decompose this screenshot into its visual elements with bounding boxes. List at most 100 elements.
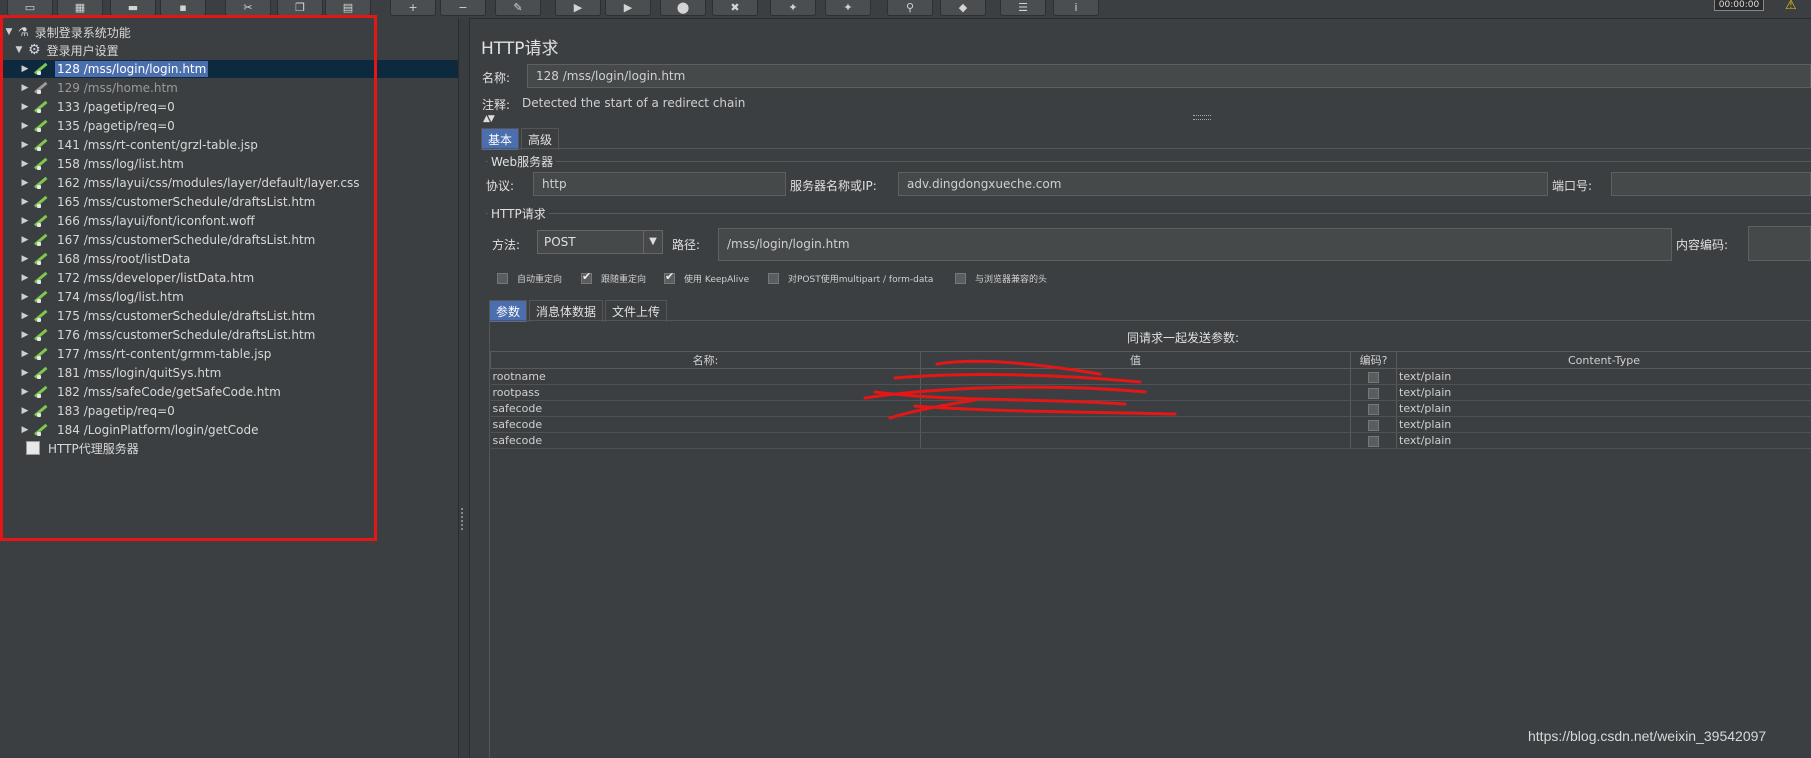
start-no-pause-icon[interactable]: ▶ — [605, 0, 651, 16]
collapsed-arrow-icon[interactable]: ▶ — [20, 159, 30, 169]
tree-item-sampler[interactable]: ▶ 165 /mss/customerSchedule/draftsList.ht… — [20, 193, 317, 211]
collapsed-arrow-icon[interactable]: ▶ — [20, 216, 30, 226]
column-header-encode[interactable]: 编码? — [1350, 351, 1397, 369]
clear-icon[interactable]: ✦ — [770, 0, 816, 16]
collapsed-arrow-icon[interactable]: ▶ — [20, 140, 30, 150]
tree-item-sampler[interactable]: ▶ 182 /mss/safeCode/getSafeCode.htm — [20, 383, 283, 401]
warning-icon[interactable]: ⚠ — [1785, 0, 1797, 12]
option-checkbox[interactable]: 跟随重定向 — [581, 270, 646, 285]
tree-item-sampler[interactable]: ▶ 133 /pagetip/req=0 — [20, 98, 177, 116]
param-content-type-cell[interactable]: text/plain — [1396, 432, 1811, 449]
expanded-arrow-icon[interactable]: ▼ — [14, 45, 24, 55]
tree-item-sampler[interactable]: ▶ 174 /mss/log/list.htm — [20, 288, 186, 306]
cut-icon[interactable]: ✂ — [225, 0, 271, 16]
unchecked-box-icon[interactable] — [1368, 403, 1379, 415]
tree-item-sampler[interactable]: ▶ 129 /mss/home.htm — [20, 79, 180, 97]
toggle-icon[interactable]: ✎ — [495, 0, 541, 16]
copy-icon[interactable]: ❐ — [277, 0, 323, 16]
column-header-name[interactable]: 名称: — [490, 351, 921, 369]
stop-icon[interactable]: ⬤ — [660, 0, 706, 16]
param-encode-cell[interactable] — [1350, 400, 1397, 417]
param-name-cell[interactable]: safecode — [490, 432, 921, 449]
open-icon[interactable]: ▬ — [110, 0, 156, 16]
tree-item-sampler[interactable]: ▶ 175 /mss/customerSchedule/draftsList.ht… — [20, 307, 317, 325]
collapse-icon[interactable]: − — [440, 0, 486, 16]
reset-search-icon[interactable]: ◆ — [940, 0, 986, 16]
tab-file-upload[interactable]: 文件上传 — [605, 300, 668, 322]
collapsed-arrow-icon[interactable]: ▶ — [20, 273, 30, 283]
param-name-cell[interactable]: safecode — [490, 400, 921, 417]
unchecked-box-icon[interactable] — [768, 273, 779, 284]
collapsed-arrow-icon[interactable]: ▶ — [20, 235, 30, 245]
tree-item-sampler[interactable]: ▶ 128 /mss/login/login.htm — [20, 60, 209, 78]
tree-item-sampler[interactable]: ▶ 167 /mss/customerSchedule/draftsList.ht… — [20, 231, 317, 249]
method-select[interactable]: POST ▼ — [537, 230, 663, 254]
param-content-type-cell[interactable]: text/plain — [1396, 368, 1811, 385]
param-encode-cell[interactable] — [1350, 416, 1397, 433]
param-content-type-cell[interactable]: text/plain — [1396, 416, 1811, 433]
tab-body-data[interactable]: 消息体数据 — [529, 300, 604, 322]
tree-item-sampler[interactable]: ▶ 176 /mss/customerSchedule/draftsList.ht… — [20, 326, 317, 344]
option-checkbox[interactable]: 对POST使用multipart / form-data — [768, 272, 933, 285]
start-icon[interactable]: ▶ — [555, 0, 601, 16]
option-checkbox[interactable]: 与浏览器兼容的头 — [955, 272, 1047, 285]
param-value-cell[interactable] — [920, 416, 1351, 433]
option-checkbox[interactable]: 使用 KeepAlive — [664, 270, 749, 285]
collapsed-arrow-icon[interactable]: ▶ — [20, 64, 30, 74]
search-icon[interactable]: ⚲ — [887, 0, 933, 16]
collapsed-arrow-icon[interactable]: ▶ — [20, 254, 30, 264]
tree-item-sampler[interactable]: ▶ 177 /mss/rt-content/grmm-table.jsp — [20, 345, 273, 363]
column-header-content-type[interactable]: Content-Type — [1396, 351, 1811, 369]
tab-parameters[interactable]: 参数 — [489, 300, 528, 322]
tree-item-sampler[interactable]: ▶ 135 /pagetip/req=0 — [20, 117, 177, 135]
paste-icon[interactable]: ▤ — [325, 0, 371, 16]
unchecked-box-icon[interactable] — [1368, 371, 1379, 383]
param-name-cell[interactable]: rootname — [490, 368, 921, 385]
param-value-cell[interactable] — [920, 368, 1351, 385]
help-icon[interactable]: ⅰ — [1053, 0, 1099, 16]
tree-proxy-server[interactable]: HTTP代理服务器 — [26, 439, 141, 457]
collapsed-arrow-icon[interactable]: ▶ — [20, 197, 30, 207]
expand-icon[interactable]: + — [390, 0, 436, 16]
comment-field[interactable]: Detected the start of a redirect chain — [522, 96, 745, 110]
panel-splitter[interactable] — [458, 18, 470, 758]
param-value-cell[interactable] — [920, 400, 1351, 417]
tree-thread-group[interactable]: ▼ ⚙ 登录用户设置 — [14, 41, 121, 59]
tree-item-sampler[interactable]: ▶ 172 /mss/developer/listData.htm — [20, 269, 256, 287]
checked-box-icon[interactable] — [581, 270, 592, 284]
collapsed-arrow-icon[interactable]: ▶ — [20, 178, 30, 188]
collapsed-arrow-icon[interactable]: ▶ — [20, 425, 30, 435]
tree-item-sampler[interactable]: ▶ 158 /mss/log/list.htm — [20, 155, 186, 173]
name-field[interactable]: 128 /mss/login/login.htm — [527, 64, 1811, 88]
port-field[interactable] — [1611, 172, 1811, 196]
unchecked-box-icon[interactable] — [1368, 435, 1379, 447]
collapse-arrows-icon[interactable]: ▲▼ — [483, 114, 495, 124]
collapsed-arrow-icon[interactable]: ▶ — [20, 83, 30, 93]
collapsed-arrow-icon[interactable]: ▶ — [20, 292, 30, 302]
tab-basic[interactable]: 基本 — [481, 128, 520, 150]
unchecked-box-icon[interactable] — [1368, 387, 1379, 399]
unchecked-box-icon[interactable] — [955, 273, 966, 284]
function-helper-icon[interactable]: ☰ — [1000, 0, 1046, 16]
splitter-grip-icon[interactable] — [461, 508, 468, 530]
comment-resize-grip-icon[interactable] — [1193, 115, 1211, 120]
table-row[interactable]: rootpass text/plain — [490, 384, 1811, 401]
checked-box-icon[interactable] — [664, 270, 675, 284]
templates-icon[interactable]: ▦ — [57, 0, 103, 16]
tree-item-sampler[interactable]: ▶ 141 /mss/rt-content/grzl-table.jsp — [20, 136, 260, 154]
column-header-value[interactable]: 值 — [920, 351, 1351, 369]
server-name-field[interactable]: adv.dingdongxueche.com — [898, 172, 1548, 196]
param-encode-cell[interactable] — [1350, 384, 1397, 401]
collapsed-arrow-icon[interactable]: ▶ — [20, 121, 30, 131]
param-name-cell[interactable]: rootpass — [490, 384, 921, 401]
save-icon[interactable]: ▪ — [160, 0, 206, 16]
clear-all-icon[interactable]: ✦ — [825, 0, 871, 16]
table-row[interactable]: safecode text/plain — [490, 432, 1811, 449]
collapsed-arrow-icon[interactable]: ▶ — [20, 387, 30, 397]
expanded-arrow-icon[interactable]: ▼ — [4, 27, 14, 37]
unchecked-box-icon[interactable] — [1368, 419, 1379, 431]
collapsed-arrow-icon[interactable]: ▶ — [20, 368, 30, 378]
protocol-field[interactable]: http — [533, 172, 786, 196]
collapsed-arrow-icon[interactable]: ▶ — [20, 406, 30, 416]
param-encode-cell[interactable] — [1350, 368, 1397, 385]
